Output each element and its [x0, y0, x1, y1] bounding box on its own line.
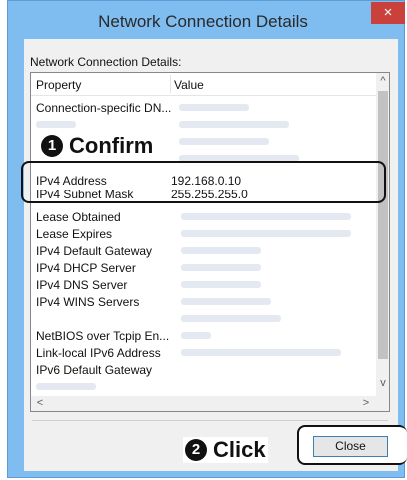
row-property: NetBIOS over Tcpip En... — [36, 329, 170, 343]
separator — [32, 420, 388, 421]
row-property: Link-local IPv6 Address — [36, 346, 161, 360]
scroll-left-icon[interactable]: < — [33, 397, 47, 409]
blurred-value — [181, 230, 351, 237]
confirm-callout-text: Confirm — [69, 133, 154, 158]
list-row[interactable]: IPv4 WINS Servers — [31, 293, 377, 310]
scroll-down-icon[interactable]: v — [376, 377, 389, 389]
list-row[interactable] — [31, 310, 377, 327]
row-property: IPv4 DHCP Server — [36, 261, 136, 275]
column-divider[interactable] — [170, 75, 171, 93]
scroll-up-icon[interactable]: ^ — [376, 75, 389, 87]
blurred-value — [181, 264, 261, 271]
row-property: IPv6 Default Gateway — [36, 363, 153, 377]
details-listview[interactable]: Property Value Connection-specific DN...… — [30, 72, 390, 412]
blurred-value — [181, 298, 271, 305]
list-row[interactable] — [31, 378, 377, 395]
blurred-value — [179, 104, 249, 111]
vertical-scroll-thumb[interactable] — [378, 91, 388, 359]
blurred-value — [181, 315, 281, 322]
step-number-badge: 1 — [41, 135, 63, 157]
scroll-right-icon[interactable]: > — [359, 397, 373, 409]
blurred-value — [181, 281, 261, 288]
blurred-value — [179, 138, 269, 145]
list-row[interactable]: IPv4 DNS Server — [31, 276, 377, 293]
confirm-highlight-frame — [21, 161, 386, 203]
row-property: IPv4 DNS Server — [36, 278, 128, 292]
blurred-value — [181, 247, 261, 254]
row-property: Lease Expires — [36, 227, 113, 241]
list-row[interactable]: IPv4 Default Gateway — [31, 242, 377, 259]
blurred-value — [179, 121, 289, 128]
click-callout: 2 Click — [183, 437, 268, 463]
list-row[interactable]: Lease Obtained — [31, 208, 377, 225]
blurred-value — [181, 349, 341, 356]
row-property: IPv4 WINS Servers — [36, 295, 140, 309]
list-row[interactable]: Link-local IPv6 Address — [31, 344, 377, 361]
list-row[interactable]: Connection-specific DN... — [31, 99, 377, 116]
title-close-button[interactable]: × — [371, 2, 405, 24]
blurred-value — [181, 213, 351, 220]
list-caption: Network Connection Details: — [30, 55, 182, 69]
list-row[interactable]: NetBIOS over Tcpip En... — [31, 327, 377, 344]
close-icon: × — [383, 4, 393, 21]
blurred-property — [36, 121, 76, 128]
confirm-callout: 1 Confirm — [37, 131, 158, 161]
horizontal-scrollbar[interactable]: < > — [31, 396, 389, 411]
row-property: Connection-specific DN... — [36, 101, 172, 115]
list-row[interactable]: IPv4 DHCP Server — [31, 259, 377, 276]
step-number-badge: 2 — [185, 439, 207, 461]
click-callout-text: Click — [213, 437, 266, 462]
list-row[interactable]: Lease Expires — [31, 225, 377, 242]
column-header-value[interactable]: Value — [174, 78, 204, 92]
list-row[interactable]: IPv6 Default Gateway — [31, 361, 377, 378]
row-property: Lease Obtained — [36, 210, 121, 224]
column-header-property[interactable]: Property — [36, 78, 81, 92]
blurred-value — [181, 332, 211, 339]
blurred-property — [36, 383, 96, 390]
window-title: Network Connection Details — [98, 12, 308, 31]
list-header: Property Value — [31, 73, 377, 96]
row-property: IPv4 Default Gateway — [36, 244, 153, 258]
close-button[interactable]: Close — [313, 436, 388, 457]
